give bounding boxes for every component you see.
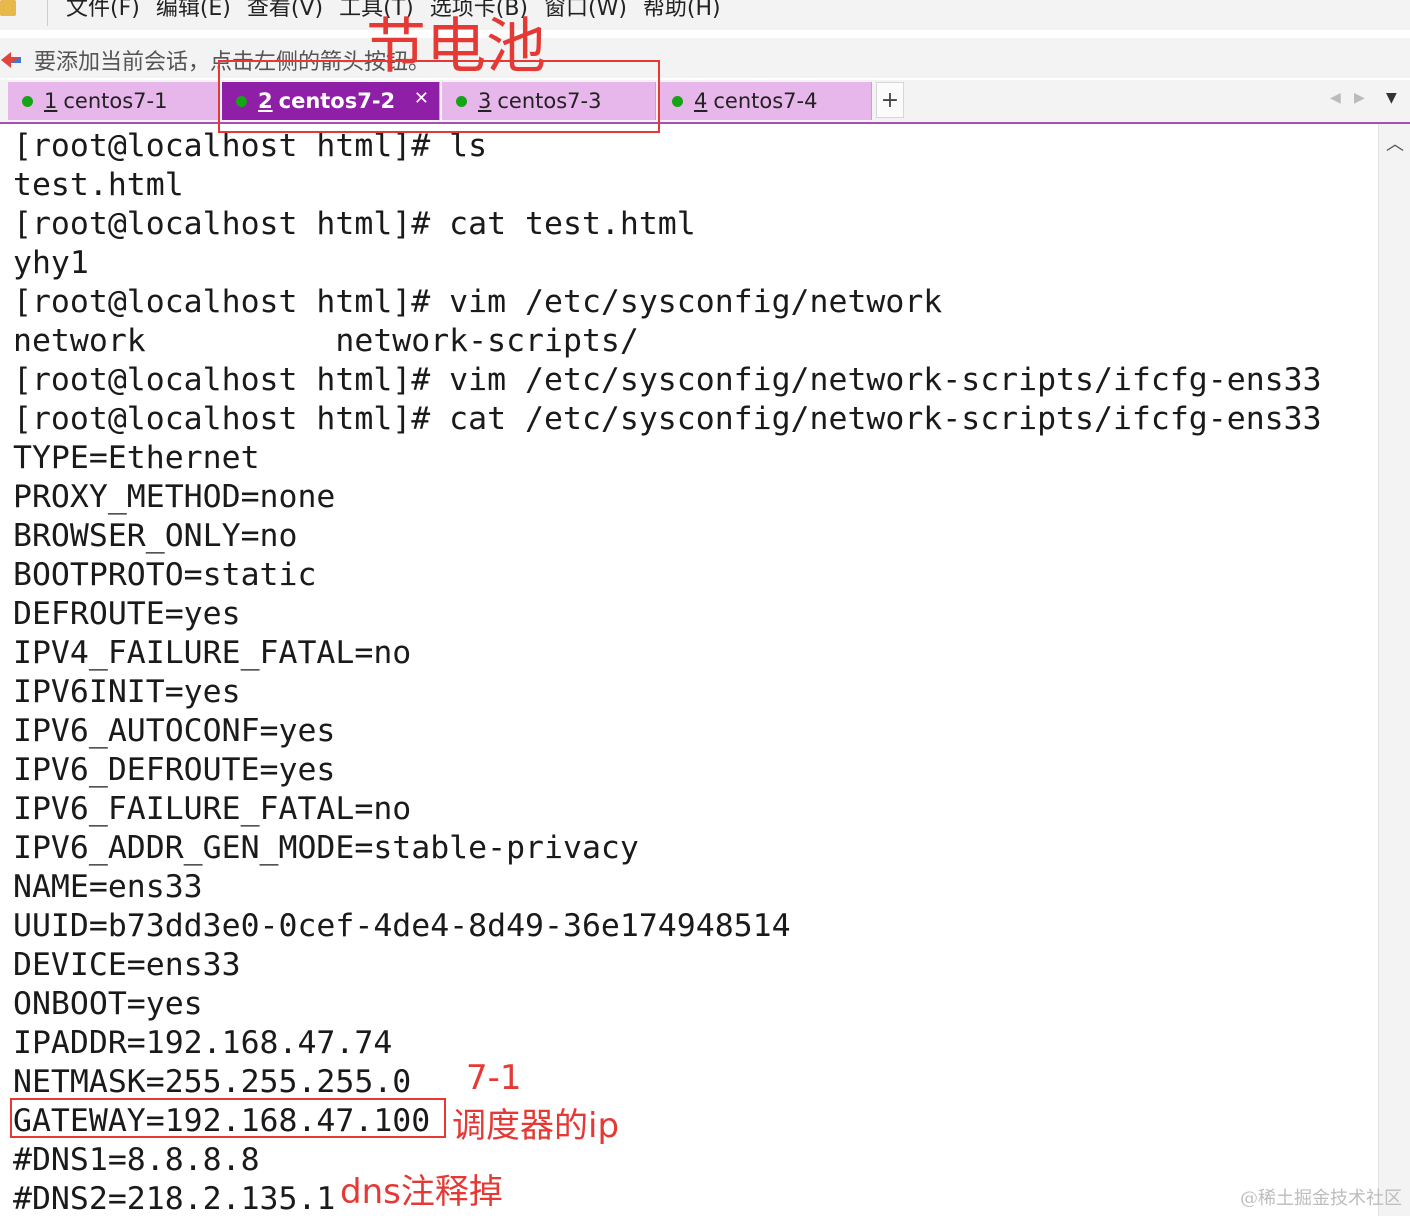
terminal-line: [root@localhost html]# vim /etc/sysconfi… <box>13 362 1322 398</box>
terminal-line: UUID=b73dd3e0-0cef-4de4-8d49-36e17494851… <box>13 908 791 944</box>
session-hint-bar: 要添加当前会话，点击左侧的箭头按钮。 <box>0 38 1410 78</box>
chevron-right-icon[interactable]: ▶ <box>1354 90 1365 106</box>
add-session-arrow-icon[interactable] <box>0 50 22 70</box>
tab-bar: 1 centos7-1 2 centos7-2 ✕ 3 centos7-3 4 … <box>0 80 1410 124</box>
app-icon <box>0 0 16 16</box>
terminal-line: ONBOOT=yes <box>13 986 203 1022</box>
tab-label: centos7-1 <box>63 89 168 113</box>
terminal-line: TYPE=Ethernet <box>13 440 260 476</box>
chevron-left-icon[interactable]: ◀ <box>1330 90 1341 106</box>
menu-view[interactable]: 查看(V) <box>247 0 323 22</box>
watermark: @稀土掘金技术社区 <box>1240 1188 1402 1209</box>
terminal-line: BROWSER_ONLY=no <box>13 518 298 554</box>
terminal-line: #DNS2=218.2.135.1 <box>13 1181 336 1217</box>
terminal-line: IPV4_FAILURE_FATAL=no <box>13 635 412 671</box>
new-tab-button[interactable]: + <box>876 82 904 118</box>
menu-separator <box>47 0 48 26</box>
terminal-line: yhy1 <box>13 245 89 281</box>
tab-centos7-1[interactable]: 1 centos7-1 <box>8 82 220 120</box>
menu-bar: 文件(F) 编辑(E) 查看(V) 工具(T) 选项卡(B) 窗口(W) 帮助(… <box>0 0 1410 30</box>
tab-label: centos7-4 <box>713 89 818 113</box>
terminal-line: NAME=ens33 <box>13 869 203 905</box>
chevron-up-icon[interactable]: ︿ <box>1386 130 1404 156</box>
terminal-line: IPV6_ADDR_GEN_MODE=stable-privacy <box>13 830 639 866</box>
battery-saver-annotation: 节电池 <box>366 12 546 82</box>
status-dot-icon <box>672 95 683 107</box>
terminal-line: IPADDR=192.168.47.74 <box>13 1025 393 1061</box>
tab-number: 1 <box>44 89 58 113</box>
terminal-output[interactable]: [root@localhost html]# ls test.html [root@… <box>0 124 1378 1219</box>
terminal-line: DEFROUTE=yes <box>13 596 241 632</box>
dns-annotation: dns注释掉 <box>340 1172 503 1212</box>
gateway-highlight-box <box>10 1098 446 1138</box>
terminal-line: #DNS1=8.8.8.8 <box>13 1142 260 1178</box>
terminal-line: IPV6INIT=yes <box>13 674 241 710</box>
tab-ref-annotation: 7-1 <box>466 1058 522 1098</box>
terminal-line: [root@localhost html]# vim /etc/sysconfi… <box>13 284 943 320</box>
terminal-line: [root@localhost html]# ls <box>13 128 488 164</box>
menu-help[interactable]: 帮助(H) <box>643 0 721 22</box>
terminal-line: PROXY_METHOD=none <box>13 479 336 515</box>
menu-window[interactable]: 窗口(W) <box>544 0 627 22</box>
terminal-line: [root@localhost html]# cat /etc/sysconfi… <box>13 401 1322 437</box>
tab-number: 4 <box>694 89 708 113</box>
terminal-line: network network-scripts/ <box>13 323 639 359</box>
menu-file[interactable]: 文件(F) <box>66 0 140 22</box>
vertical-scrollbar[interactable]: ︿ <box>1378 124 1410 1216</box>
terminal-line: NETMASK=255.255.255.0 <box>13 1064 412 1100</box>
terminal-text: [root@localhost html]# ls test.html [root@… <box>13 127 1322 1219</box>
terminal-line: IPV6_AUTOCONF=yes <box>13 713 336 749</box>
gateway-annotation: 调度器的ip <box>452 1106 620 1146</box>
terminal-line: IPV6_DEFROUTE=yes <box>13 752 336 788</box>
terminal-line: test.html <box>13 167 184 203</box>
menu-edit[interactable]: 编辑(E) <box>156 0 231 22</box>
terminal-line: [root@localhost html]# cat test.html <box>13 206 696 242</box>
terminal-line: DEVICE=ens33 <box>13 947 241 983</box>
status-dot-icon <box>22 95 33 107</box>
caret-down-icon[interactable]: ▼ <box>1386 90 1397 106</box>
terminal-line: IPV6_FAILURE_FATAL=no <box>13 791 412 827</box>
tab-centos7-4[interactable]: 4 centos7-4 <box>658 82 872 120</box>
terminal-line: BOOTPROTO=static <box>13 557 317 593</box>
